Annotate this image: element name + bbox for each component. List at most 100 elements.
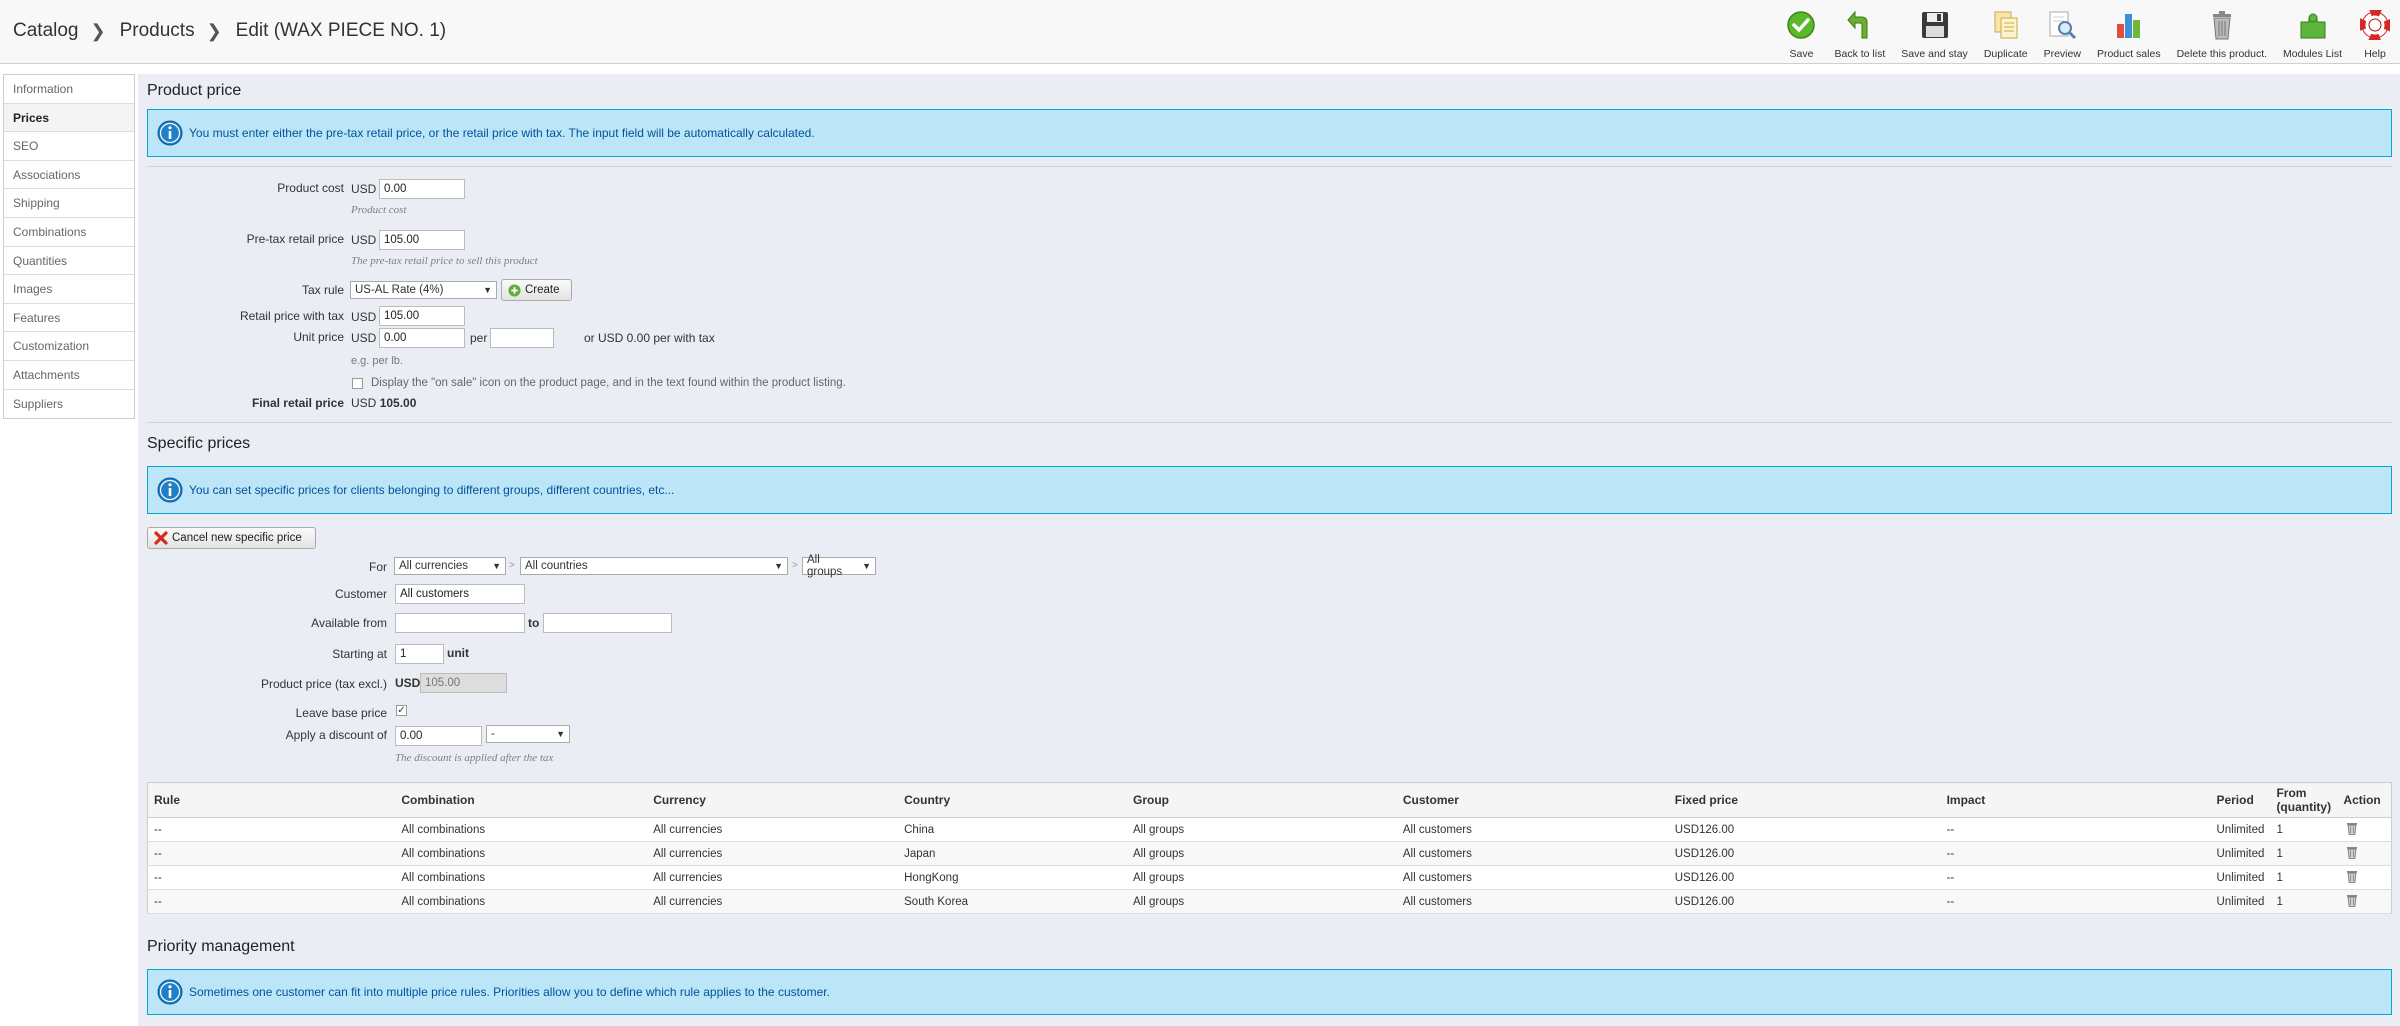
table-cell: All currencies <box>647 865 899 890</box>
delete-product-button[interactable]: Delete this product. <box>2169 8 2275 60</box>
table-cell: USD126.00 <box>1668 817 1941 842</box>
unit-price-currency: USD <box>351 331 377 345</box>
table-cell: 1 <box>2270 841 2338 866</box>
table-cell: All combinations <box>395 841 648 866</box>
sidebar-item-quantities[interactable]: Quantities <box>4 247 134 276</box>
pretax-price-label: Pre-tax retail price <box>246 232 344 246</box>
main-content: Product price You must enter either the … <box>138 74 2400 1026</box>
table-cell: Unlimited <box>2210 817 2271 842</box>
table-cell: 1 <box>2270 865 2338 890</box>
sidebar-item-seo[interactable]: SEO <box>4 132 134 161</box>
duplicate-icon <box>1989 8 2023 42</box>
chevron-right-icon: > <box>509 560 515 571</box>
per-label: per <box>470 331 488 345</box>
available-from-label: Available from <box>311 616 387 630</box>
column-header: Rule <box>147 782 396 818</box>
sidebar-item-features[interactable]: Features <box>4 304 134 333</box>
sidebar-item-attachments[interactable]: Attachments <box>4 361 134 390</box>
leave-base-price-checkbox[interactable]: ✓ <box>396 705 407 716</box>
cancel-specific-price-button[interactable]: Cancel new specific price <box>147 527 316 549</box>
starting-at-label: Starting at <box>332 647 387 661</box>
sidebar-item-shipping[interactable]: Shipping <box>4 189 134 218</box>
pretax-price-input[interactable] <box>379 230 465 250</box>
delete-icon[interactable] <box>2346 894 2358 910</box>
save-and-stay-button[interactable]: Save and stay <box>1893 8 1976 60</box>
final-price-value: 105.00 <box>379 396 417 410</box>
available-to-input[interactable] <box>543 613 672 633</box>
specific-prices-table: Rule Combination Currency Country Group … <box>147 782 2392 914</box>
starting-at-input[interactable] <box>395 644 444 664</box>
group-select-value: All groups <box>807 554 843 578</box>
save-button[interactable]: Save <box>1776 8 1826 60</box>
dropdown-arrow-icon: ▼ <box>492 561 501 571</box>
sidebar-item-suppliers[interactable]: Suppliers <box>4 390 134 419</box>
product-cost-currency: USD <box>351 182 377 196</box>
table-cell: All customers <box>1396 865 1669 890</box>
table-cell: 1 <box>2270 817 2338 842</box>
product-sales-button[interactable]: Product sales <box>2089 8 2169 60</box>
specific-prices-title: Specific prices <box>147 435 251 452</box>
red-x-icon <box>154 531 168 545</box>
sidebar-item-images[interactable]: Images <box>4 275 134 304</box>
pretax-price-hint: The pre-tax retail price to sell this pr… <box>351 255 538 267</box>
table-cell: Japan <box>898 841 1128 866</box>
on-sale-checkbox[interactable] <box>352 378 363 389</box>
breadcrumb-products[interactable]: Products <box>120 20 195 42</box>
tax-rule-value: US-AL Rate (4%) <box>355 284 444 296</box>
product-cost-input[interactable] <box>379 179 465 199</box>
modules-list-button[interactable]: Modules List <box>2275 8 2350 60</box>
table-row: -- All combinations All currencies Japan All… <box>147 841 2392 866</box>
chevron-right-icon: ❯ <box>90 20 106 41</box>
sidebar-item-information[interactable]: Information <box>4 75 134 104</box>
column-header: Action <box>2337 782 2392 818</box>
table-cell: -- <box>1940 889 2211 914</box>
discount-type-select[interactable]: - ▼ <box>486 725 570 743</box>
page-title: Edit (WAX PIECE NO. 1) <box>235 20 447 41</box>
action-cell <box>2337 817 2392 842</box>
delete-icon[interactable] <box>2346 870 2358 886</box>
sidebar-item-combinations[interactable]: Combinations <box>4 218 134 247</box>
breadcrumb-catalog[interactable]: Catalog <box>13 20 79 42</box>
unit-price-input[interactable] <box>379 328 465 348</box>
specific-prices-info-text: You can set specific prices for clients … <box>189 483 675 497</box>
delete-icon[interactable] <box>2346 822 2358 838</box>
table-cell: USD126.00 <box>1668 841 1941 866</box>
dropdown-arrow-icon: ▼ <box>556 729 565 739</box>
column-header: Combination <box>395 782 648 818</box>
table-cell: All groups <box>1127 889 1397 914</box>
unit-hint: e.g. per lb. <box>351 355 403 367</box>
preview-button[interactable]: Preview <box>2036 8 2089 60</box>
toolbar: Save Back to list Save and stay Duplicat… <box>1776 8 2400 60</box>
discount-input[interactable] <box>395 726 482 746</box>
tax-rule-select[interactable]: US-AL Rate (4%) ▼ <box>350 281 497 299</box>
unit-with-tax-text: or USD 0.00 per with tax <box>584 331 715 345</box>
leave-base-price-label: Leave base price <box>295 706 387 720</box>
sidebar-item-associations[interactable]: Associations <box>4 161 134 190</box>
column-header: Group <box>1127 782 1397 818</box>
retail-with-tax-input[interactable] <box>379 306 465 326</box>
help-button[interactable]: Help <box>2350 8 2400 60</box>
customer-input[interactable] <box>395 584 525 604</box>
available-from-input[interactable] <box>395 613 525 633</box>
sidebar-item-customization[interactable]: Customization <box>4 332 134 361</box>
sidebar-item-prices[interactable]: Prices <box>4 103 134 133</box>
specific-price-input[interactable] <box>420 673 507 693</box>
divider <box>147 422 2392 423</box>
unit-input[interactable] <box>490 328 554 348</box>
back-to-list-button[interactable]: Back to list <box>1826 8 1893 60</box>
floppy-disk-icon <box>1918 8 1952 42</box>
specific-prices-info-box: You can set specific prices for clients … <box>147 466 2392 514</box>
duplicate-button[interactable]: Duplicate <box>1976 8 2036 60</box>
create-tax-rule-button[interactable]: Create <box>501 279 572 301</box>
product-price-title: Product price <box>147 82 242 99</box>
delete-icon[interactable] <box>2346 846 2358 862</box>
currency-select-value: All currencies <box>399 560 469 572</box>
country-select[interactable]: All countries ▼ <box>520 557 788 575</box>
action-cell <box>2337 841 2392 866</box>
column-header: Impact <box>1940 782 2211 818</box>
table-cell: -- <box>147 889 396 914</box>
product-price-info-box: You must enter either the pre-tax retail… <box>147 109 2392 157</box>
currency-select[interactable]: All currencies ▼ <box>394 557 506 575</box>
group-select[interactable]: All groups ▼ <box>802 554 876 578</box>
unit-price-label: Unit price <box>293 330 344 344</box>
